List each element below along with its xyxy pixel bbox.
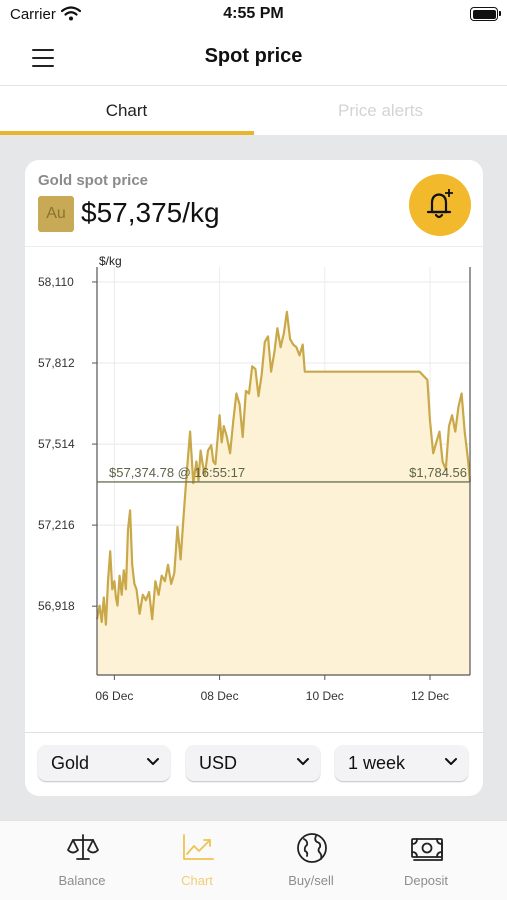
tabbar-item-chart[interactable]: Chart <box>137 821 257 900</box>
card-label: Gold spot price <box>38 172 149 189</box>
add-price-alert-button[interactable] <box>409 174 471 236</box>
x-tick-label: 10 Dec <box>306 689 344 703</box>
selector-row: Gold USD 1 week <box>25 745 483 781</box>
price-chart[interactable]: 58,110 57,812 57,514 57,216 56,918 06 Dec 08 D… <box>25 247 483 732</box>
tab-bar-top: Chart Price alerts <box>0 87 507 135</box>
currency-select[interactable]: USD <box>186 745 320 781</box>
clock: 4:55 PM <box>223 5 284 22</box>
current-price-right-label: $1,784.56 <box>409 465 467 480</box>
battery-icon <box>470 7 501 21</box>
chevron-down-icon <box>445 758 457 765</box>
bell-plus-icon <box>426 189 453 219</box>
period-select-value: 1 week <box>348 753 406 773</box>
y-tick-label: 57,812 <box>38 356 75 370</box>
x-tick-label: 12 Dec <box>411 689 449 703</box>
divider <box>25 732 483 733</box>
tabbar-label: Buy/sell <box>288 873 334 888</box>
chart-area-fill <box>97 311 470 675</box>
spot-price: $57,375/kg <box>81 197 220 228</box>
tabbar-item-deposit[interactable]: Deposit <box>366 821 486 900</box>
y-tick-label: 57,216 <box>38 518 75 532</box>
metal-symbol-badge: Au <box>38 196 74 232</box>
tabbar-label: Deposit <box>403 873 449 888</box>
y-axis-unit-label: $/kg <box>99 254 122 268</box>
tab-price-alerts[interactable]: Price alerts <box>254 87 507 135</box>
scales-icon <box>67 834 99 860</box>
banknote-icon <box>411 838 443 861</box>
tabbar-item-buy-sell[interactable]: Buy/sell <box>251 821 371 900</box>
current-price-label: $57,374.78 @ 16:55:17 <box>109 465 245 480</box>
line-chart-icon <box>183 834 214 860</box>
metal-select[interactable]: Gold <box>38 745 170 781</box>
x-tick-label: 06 Dec <box>95 689 133 703</box>
price-card: Gold spot price Au $57,375/kg 58,110 57,8… <box>25 160 483 796</box>
bottom-tab-bar: Balance Chart Buy/sell Deposit <box>0 820 507 900</box>
nav-bar: Spot price <box>0 30 507 86</box>
tabbar-label: Balance <box>58 873 106 888</box>
status-bar: Carrier 4:55 PM <box>0 0 507 30</box>
chevron-down-icon <box>147 758 159 765</box>
y-tick-label: 56,918 <box>38 599 75 613</box>
metal-select-value: Gold <box>51 753 90 773</box>
currency-select-value: USD <box>199 753 238 773</box>
chevron-down-icon <box>297 758 309 765</box>
tabbar-item-balance[interactable]: Balance <box>22 821 142 900</box>
globe-icon <box>297 833 327 863</box>
tab-chart[interactable]: Chart <box>0 87 253 135</box>
page-title: Spot price <box>204 45 303 67</box>
x-tick-label: 08 Dec <box>201 689 239 703</box>
period-select[interactable]: 1 week <box>335 745 468 781</box>
content-area: Gold spot price Au $57,375/kg 58,110 57,8… <box>0 135 507 820</box>
y-tick-label: 58,110 <box>38 275 74 289</box>
y-tick-label: 57,514 <box>38 437 75 451</box>
tabbar-label: Chart <box>181 873 213 888</box>
